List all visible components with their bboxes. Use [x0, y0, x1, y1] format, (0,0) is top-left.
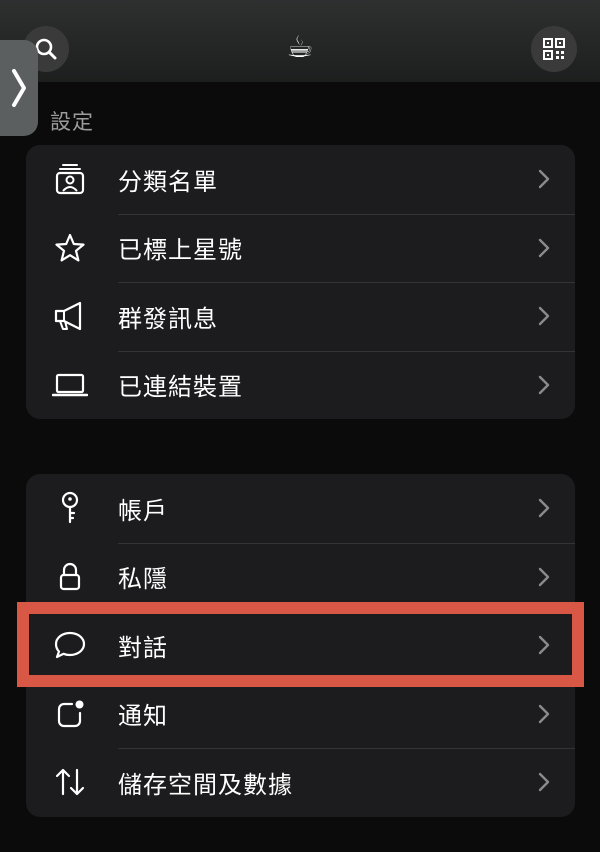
settings-item-starred[interactable]: 已標上星號 [26, 213, 575, 283]
chevron-right-icon [538, 170, 550, 189]
settings-item-broadcast[interactable]: 群發訊息 [26, 282, 575, 351]
settings-item-account[interactable]: 帳戶 [26, 474, 575, 543]
chevron-right-icon [538, 636, 550, 655]
settings-item-label: 私隱 [118, 565, 168, 594]
top-header: ☕ [0, 0, 600, 82]
chevron-right-icon [538, 499, 550, 518]
settings-group-1: 分類名單 已標上星號 群發訊息 已連結裝置 [26, 145, 575, 419]
data-arrows-icon [55, 769, 85, 796]
settings-item-label: 已標上星號 [118, 236, 243, 265]
qr-code-icon [543, 38, 565, 60]
settings-item-contact-lists[interactable]: 分類名單 [26, 145, 575, 214]
coffee-icon: ☕ [286, 30, 314, 65]
settings-item-chats[interactable]: 對話 [26, 611, 575, 680]
settings-item-label: 儲存空間及數據 [118, 770, 293, 799]
contact-list-icon [55, 164, 85, 195]
side-panel-tab[interactable] [0, 40, 38, 136]
section-title: 設定 [50, 110, 94, 134]
settings-item-label: 帳戶 [118, 496, 168, 525]
settings-item-label: 分類名單 [118, 167, 218, 196]
chevron-right-icon [538, 704, 550, 723]
settings-item-label: 已連結裝置 [118, 373, 243, 402]
laptop-icon [52, 373, 88, 396]
settings-item-label: 通知 [118, 702, 168, 731]
settings-item-storage-data[interactable]: 儲存空間及數據 [26, 748, 575, 817]
qr-code-button[interactable] [531, 26, 577, 72]
notification-icon [57, 700, 84, 727]
settings-item-privacy[interactable]: 私隱 [26, 542, 575, 612]
chevron-right-icon [538, 307, 550, 326]
chevron-right-icon [538, 375, 550, 394]
chevron-right-icon [538, 773, 550, 792]
chevron-right-icon [538, 238, 550, 257]
megaphone-icon [54, 302, 82, 331]
lock-icon [59, 562, 81, 590]
settings-item-label: 對話 [118, 633, 168, 662]
settings-item-label: 群發訊息 [118, 304, 218, 333]
chat-bubble-icon [54, 632, 86, 659]
chevron-right-icon [538, 567, 550, 586]
settings-item-notifications[interactable]: 通知 [26, 679, 575, 749]
chevron-right-icon [12, 69, 26, 107]
key-icon [61, 492, 79, 524]
settings-group-2: 帳戶 私隱 對話 通知 儲存空間及數據 [26, 474, 575, 817]
settings-item-linked-devices[interactable]: 已連結裝置 [26, 350, 575, 420]
star-icon [55, 233, 85, 262]
